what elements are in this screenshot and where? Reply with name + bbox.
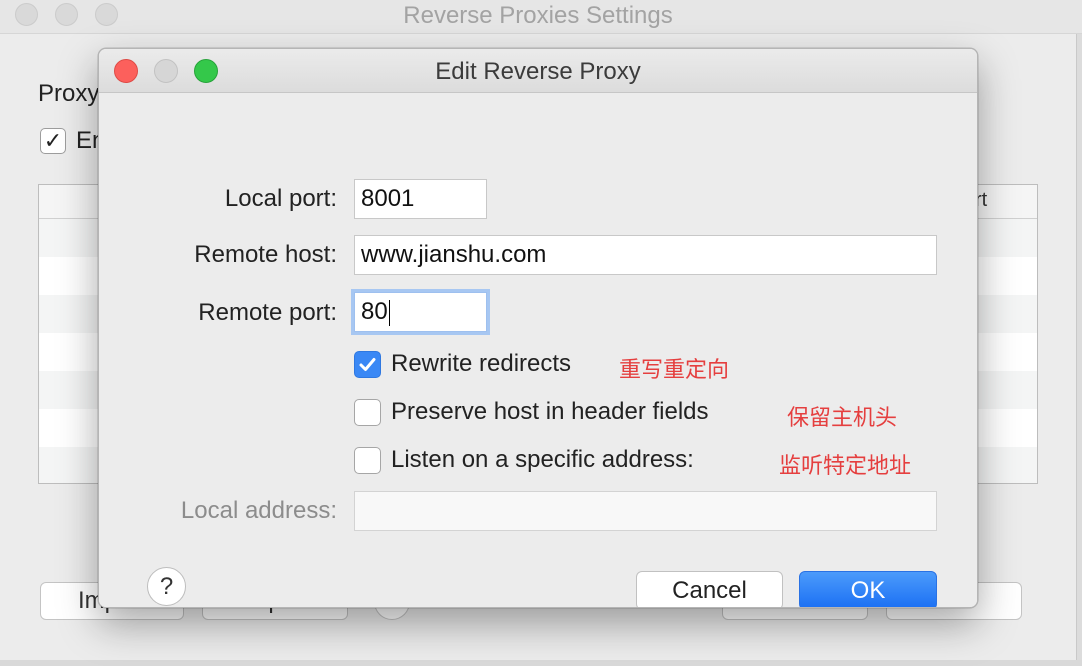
- checkmark-icon: [359, 358, 376, 371]
- listen-specific-address-checkbox[interactable]: [354, 447, 381, 474]
- listen-specific-address-label[interactable]: Listen on a specific address:: [391, 446, 694, 474]
- edit-reverse-proxy-dialog: Edit Reverse Proxy Local port: 8001 Remo…: [98, 48, 978, 608]
- rewrite-redirects-checkbox[interactable]: [354, 351, 381, 378]
- ok-button[interactable]: OK: [799, 571, 937, 607]
- remote-port-value: 80: [361, 298, 388, 325]
- cancel-button[interactable]: Cancel: [636, 571, 783, 607]
- listen-specific-address-annotation: 监听特定地址: [779, 454, 912, 479]
- preserve-host-checkbox[interactable]: [354, 399, 381, 426]
- dialog-body: Local port: 8001 Remote host: www.jiansh…: [99, 93, 977, 607]
- remote-host-label: Remote host:: [194, 241, 337, 268]
- bg-titlebar: Reverse Proxies Settings: [0, 0, 1082, 34]
- help-icon[interactable]: ?: [147, 567, 186, 606]
- local-address-field: [354, 491, 937, 531]
- local-port-field[interactable]: 8001: [354, 179, 487, 219]
- dialog-title: Edit Reverse Proxy: [435, 58, 641, 85]
- bg-adjacent-window-edge: [1076, 34, 1082, 666]
- bg-proxy-label: Proxy: [38, 80, 100, 107]
- dialog-titlebar: Edit Reverse Proxy: [99, 49, 977, 93]
- text-caret: [388, 299, 390, 326]
- remote-host-value: www.jianshu.com: [361, 241, 547, 268]
- bg-window-title: Reverse Proxies Settings: [403, 2, 673, 29]
- rewrite-redirects-annotation: 重写重定向: [619, 358, 730, 383]
- preserve-host-label[interactable]: Preserve host in header fields: [391, 398, 709, 426]
- preserve-host-annotation: 保留主机头: [787, 406, 898, 431]
- remote-port-label: Remote port:: [198, 299, 337, 326]
- local-port-label: Local port:: [224, 185, 337, 212]
- rewrite-redirects-label[interactable]: Rewrite redirects: [391, 350, 571, 378]
- bg-enable-checkbox[interactable]: ✓: [40, 128, 66, 154]
- remote-host-field[interactable]: www.jianshu.com: [354, 235, 937, 275]
- bg-bottom-edge: [0, 660, 1082, 666]
- local-port-value: 8001: [361, 185, 415, 212]
- local-address-label: Local address:: [180, 497, 337, 524]
- remote-port-field[interactable]: 80: [354, 292, 487, 332]
